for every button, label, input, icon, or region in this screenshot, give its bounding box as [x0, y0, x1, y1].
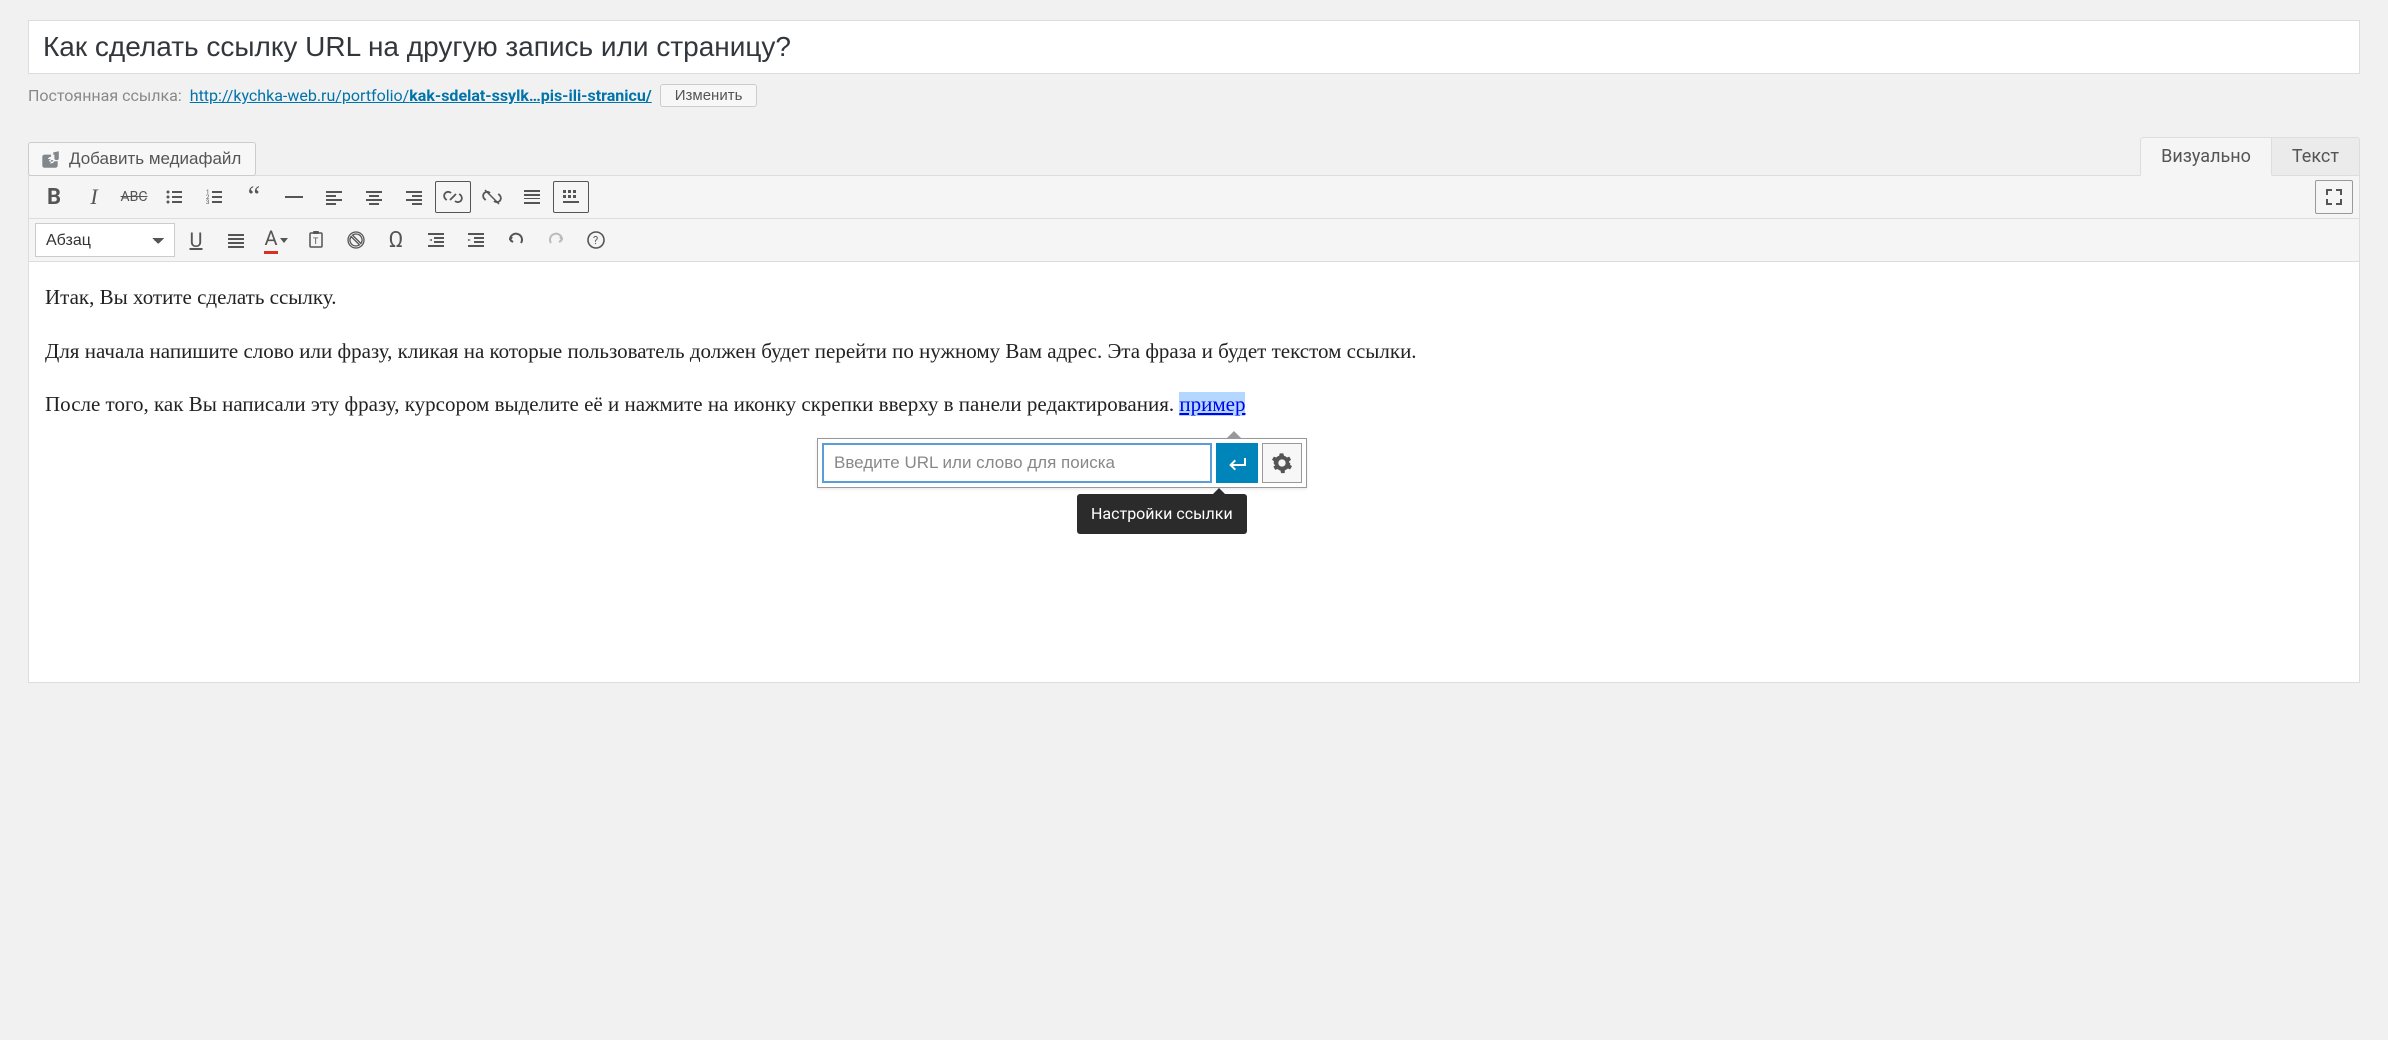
clear-formatting-button[interactable] [337, 223, 375, 257]
undo-button[interactable] [497, 223, 535, 257]
p3-text: После того, как Вы написали эту фразу, к… [45, 392, 1179, 416]
permalink-label: Постоянная ссылка: [28, 86, 182, 105]
edit-permalink-button[interactable]: Изменить [660, 84, 758, 107]
apply-link-button[interactable] [1216, 443, 1258, 483]
outdent-button[interactable] [417, 223, 455, 257]
editor-content[interactable]: Итак, Вы хотите сделать ссылку. Для нача… [29, 262, 2359, 682]
editor-tabs: Визуально Текст [2140, 137, 2360, 176]
link-settings-button[interactable] [1262, 443, 1302, 483]
content-paragraph-2: Для начала напишите слово или фразу, кли… [45, 336, 2343, 368]
toolbar-toggle-button[interactable] [553, 181, 589, 213]
link-url-input[interactable] [822, 443, 1212, 483]
insert-link-button[interactable] [435, 181, 471, 213]
content-paragraph-1: Итак, Вы хотите сделать ссылку. [45, 282, 2343, 314]
enter-icon [1225, 451, 1249, 475]
paste-text-button[interactable]: T [297, 223, 335, 257]
indent-button[interactable] [457, 223, 495, 257]
bullet-list-button[interactable] [155, 180, 193, 214]
add-media-button[interactable]: Добавить медиафайл [28, 142, 256, 176]
align-center-button[interactable] [355, 180, 393, 214]
special-character-button[interactable]: Ω [377, 223, 415, 257]
text-color-button[interactable]: A [257, 223, 295, 257]
add-media-label: Добавить медиафайл [69, 149, 241, 169]
selected-link-text[interactable]: пример [1179, 392, 1245, 416]
strikethrough-button[interactable]: ABC [115, 180, 153, 214]
tab-text[interactable]: Текст [2272, 137, 2360, 176]
toolbar-row-2: Абзац U A T Ω ? [29, 219, 2359, 262]
toolbar-row-1: B I ABC 123 “ [29, 176, 2359, 219]
align-justify-button[interactable] [217, 223, 255, 257]
permalink-row: Постоянная ссылка: http://kychka-web.ru/… [28, 84, 2360, 107]
format-select[interactable]: Абзац [35, 223, 175, 257]
redo-button[interactable] [537, 223, 575, 257]
bold-button[interactable]: B [35, 180, 73, 214]
fullscreen-button[interactable] [2315, 180, 2353, 214]
insert-more-button[interactable] [513, 180, 551, 214]
align-left-button[interactable] [315, 180, 353, 214]
content-paragraph-3: После того, как Вы написали эту фразу, к… [45, 389, 2343, 421]
remove-link-button[interactable] [473, 180, 511, 214]
italic-button[interactable]: I [75, 180, 113, 214]
svg-text:3: 3 [206, 199, 209, 206]
svg-text:T: T [313, 237, 319, 247]
align-right-button[interactable] [395, 180, 433, 214]
horizontal-rule-button[interactable] [275, 180, 313, 214]
blockquote-button[interactable]: “ [235, 180, 273, 214]
permalink-slug: kak-sdelat-ssylk…pis-ili-stranicu/ [409, 86, 651, 105]
permalink-base: http://kychka-web.ru/portfolio/ [190, 86, 410, 105]
help-button[interactable]: ? [577, 223, 615, 257]
camera-music-icon [39, 148, 61, 170]
svg-text:?: ? [593, 234, 598, 247]
link-settings-tooltip: Настройки ссылки [1077, 494, 1247, 534]
post-title-input[interactable] [28, 20, 2360, 74]
insert-link-popup [817, 438, 1307, 488]
gear-icon [1271, 452, 1293, 474]
numbered-list-button[interactable]: 123 [195, 180, 233, 214]
permalink-link[interactable]: http://kychka-web.ru/portfolio/kak-sdela… [190, 86, 652, 105]
underline-button[interactable]: U [177, 223, 215, 257]
editor-frame: B I ABC 123 “ Абзац U A T Ω [28, 175, 2360, 683]
tab-visual[interactable]: Визуально [2140, 137, 2272, 176]
